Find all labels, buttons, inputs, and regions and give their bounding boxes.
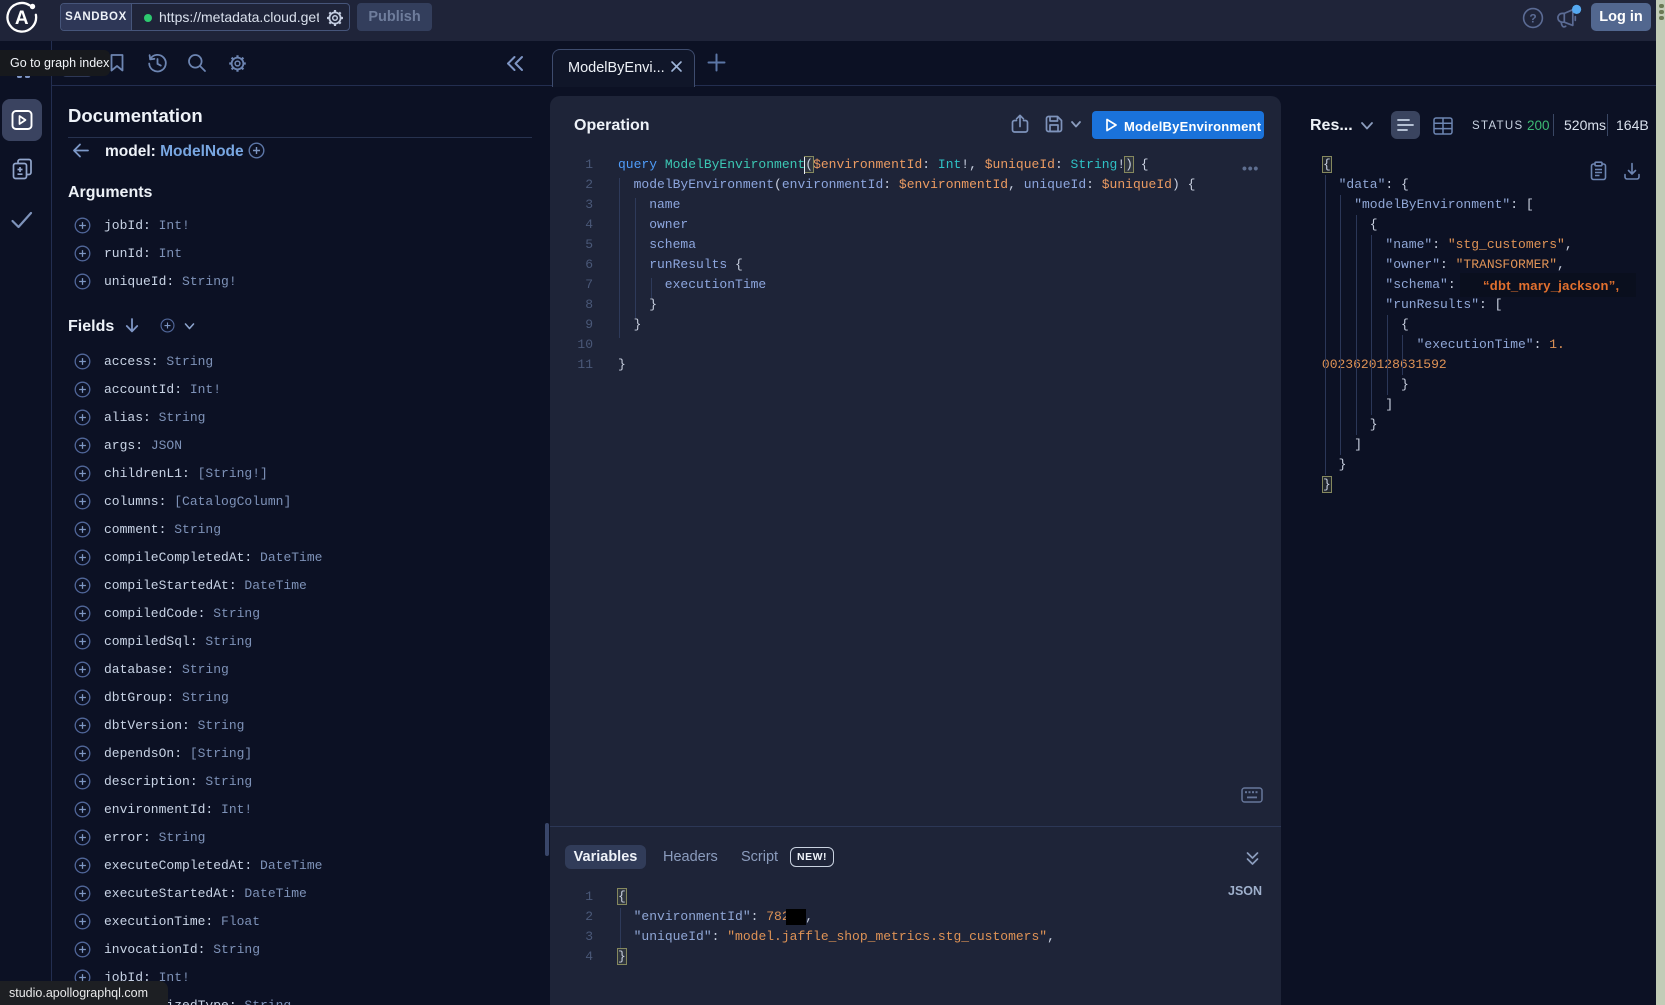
svg-text:A: A: [15, 8, 29, 29]
svg-text:?: ?: [1529, 11, 1536, 25]
